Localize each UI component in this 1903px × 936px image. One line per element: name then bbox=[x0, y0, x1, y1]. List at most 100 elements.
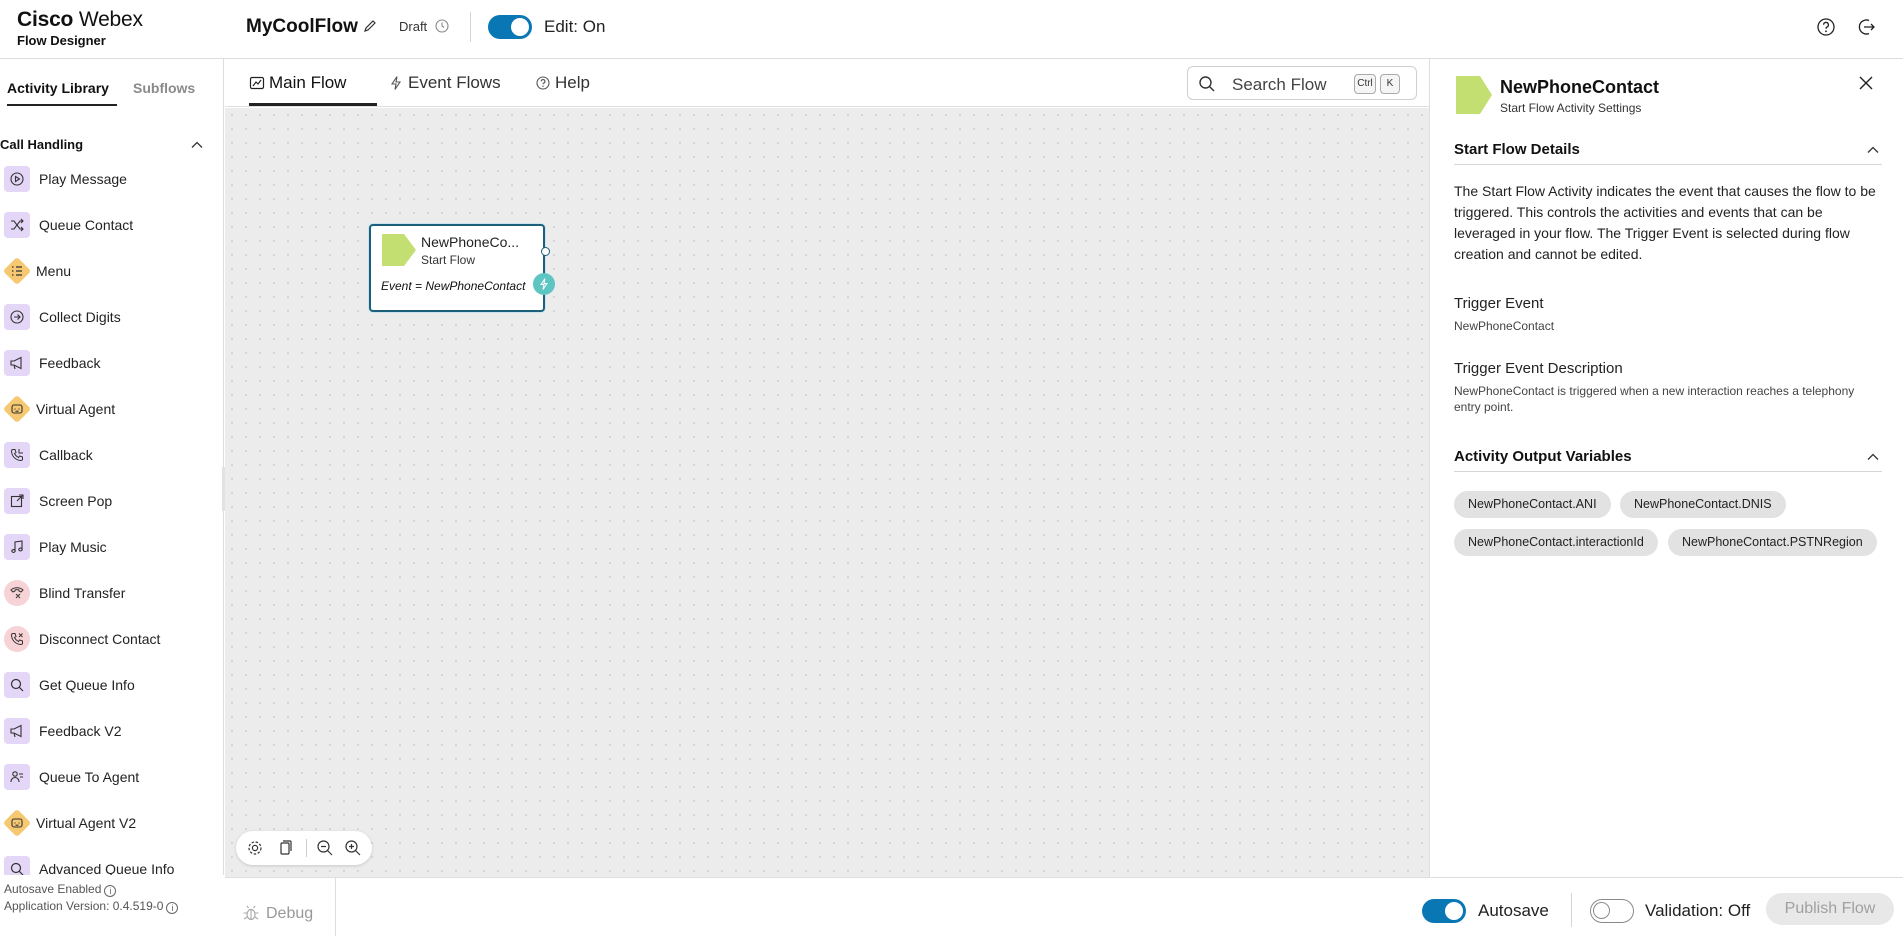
toolbar-divider bbox=[306, 839, 307, 857]
settings-icon[interactable] bbox=[246, 839, 264, 857]
trigger-desc-value: NewPhoneContact is triggered when a new … bbox=[1454, 384, 1855, 414]
copy-icon[interactable] bbox=[276, 839, 294, 857]
sidebar-item-label: Queue To Agent bbox=[39, 769, 140, 785]
sidebar-tabs: Activity Library Subflows bbox=[0, 59, 223, 109]
tab-subflows[interactable]: Subflows bbox=[133, 80, 195, 96]
tab-event-flows[interactable]: Event Flows bbox=[388, 73, 501, 93]
sidebar-item-label: Disconnect Contact bbox=[39, 631, 161, 647]
flow-tabs: Main Flow Event Flows Help Search Flow C… bbox=[225, 59, 1429, 107]
chevron-up-icon[interactable] bbox=[1866, 143, 1880, 157]
shortcut-ctrl: Ctrl bbox=[1354, 74, 1376, 94]
sidebar-item-collect-digits[interactable]: Collect Digits bbox=[0, 304, 223, 350]
sidebar-item-get-queue-info[interactable]: Get Queue Info bbox=[0, 672, 223, 718]
validation-toggle[interactable] bbox=[1590, 899, 1634, 923]
info-icon[interactable]: i bbox=[166, 902, 179, 914]
start-flow-node[interactable]: NewPhoneCo... Start Flow Event = NewPhon… bbox=[369, 224, 555, 312]
event-port[interactable] bbox=[533, 273, 555, 295]
agent-icon bbox=[4, 764, 30, 790]
history-icon[interactable] bbox=[434, 18, 450, 34]
publish-flow-button[interactable]: Publish Flow bbox=[1766, 893, 1894, 925]
sidebar-item-play-message[interactable]: Play Message bbox=[0, 166, 223, 212]
trigger-desc-label: Trigger Event Description bbox=[1454, 360, 1623, 377]
sidebar-item-label: Virtual Agent V2 bbox=[36, 815, 137, 831]
sidebar-item-feedback-v2[interactable]: Feedback V2 bbox=[0, 718, 223, 764]
music-note-icon bbox=[4, 534, 30, 560]
sidebar-item-label: Collect Digits bbox=[39, 309, 121, 325]
info-icon[interactable]: i bbox=[104, 885, 117, 897]
sidebar-item-screen-pop[interactable]: Screen Pop bbox=[0, 488, 223, 534]
edit-toggle[interactable] bbox=[488, 15, 532, 39]
sidebar-item-virtual-agent-v2[interactable]: Virtual Agent V2 bbox=[0, 810, 223, 856]
sidebar-item-blind-transfer[interactable]: Blind Transfer bbox=[0, 580, 223, 626]
sidebar-item-feedback[interactable]: Feedback bbox=[0, 350, 223, 396]
section-title: Activity Output Variables bbox=[1454, 448, 1632, 465]
validation-label: Validation: Off bbox=[1645, 901, 1751, 920]
sidebar-item-virtual-agent[interactable]: Virtual Agent bbox=[0, 396, 223, 442]
sidebar-item-disconnect-contact[interactable]: Disconnect Contact bbox=[0, 626, 223, 672]
sidebar-item-play-music[interactable]: Play Music bbox=[0, 534, 223, 580]
node-subtitle: Start Flow bbox=[421, 253, 476, 267]
lightning-icon bbox=[540, 278, 548, 290]
active-tab-indicator bbox=[249, 103, 377, 106]
chevron-up-icon[interactable] bbox=[190, 138, 204, 152]
play-icon bbox=[4, 166, 30, 192]
zoom-in-icon[interactable] bbox=[344, 839, 362, 857]
variable-chip[interactable]: NewPhoneContact.PSTNRegion bbox=[1668, 529, 1877, 556]
tab-event-flows-label: Event Flows bbox=[408, 73, 501, 92]
status-badge: Draft bbox=[399, 19, 428, 34]
tab-main-flow[interactable]: Main Flow bbox=[249, 73, 346, 93]
sidebar-item-label: Feedback bbox=[39, 355, 101, 371]
start-flow-shape-icon bbox=[382, 234, 416, 266]
trigger-event-label: Trigger Event bbox=[1454, 295, 1544, 312]
edit-toggle-label: Edit: On bbox=[544, 17, 606, 36]
search-flow-input[interactable]: Search Flow Ctrl K bbox=[1187, 66, 1417, 100]
chevron-up-icon[interactable] bbox=[1866, 450, 1880, 464]
sidebar-item-menu[interactable]: Menu bbox=[0, 258, 223, 304]
node-output-port[interactable] bbox=[541, 247, 550, 256]
activity-settings-panel: NewPhoneContact Start Flow Activity Sett… bbox=[1429, 59, 1903, 877]
transfer-icon bbox=[4, 580, 30, 606]
section-start-flow-details[interactable]: Start Flow Details bbox=[1454, 135, 1882, 165]
variable-chip[interactable]: NewPhoneContact.DNIS bbox=[1620, 491, 1786, 518]
external-link-icon bbox=[4, 488, 30, 514]
section-output-variables[interactable]: Activity Output Variables bbox=[1454, 442, 1882, 472]
variable-chip[interactable]: NewPhoneContact.ANI bbox=[1454, 491, 1611, 518]
sidebar-item-queue-to-agent[interactable]: Queue To Agent bbox=[0, 764, 223, 810]
edit-name-icon[interactable] bbox=[362, 18, 378, 34]
brand-cisco: Cisco bbox=[17, 8, 74, 31]
start-flow-description: The Start Flow Activity indicates the ev… bbox=[1454, 183, 1876, 262]
brand-webex: Webex bbox=[78, 8, 143, 31]
sidebar-item-advanced-queue-info[interactable]: Advanced Queue Info bbox=[0, 856, 223, 875]
flow-canvas[interactable]: NewPhoneCo... Start Flow Event = NewPhon… bbox=[225, 108, 1429, 877]
zoom-out-icon[interactable] bbox=[316, 839, 334, 857]
sidebar-item-label: Screen Pop bbox=[39, 493, 113, 509]
variable-chip[interactable]: NewPhoneContact.interactionId bbox=[1454, 529, 1658, 556]
tab-activity-library[interactable]: Activity Library bbox=[7, 80, 109, 96]
header-divider bbox=[470, 12, 471, 42]
tab-help[interactable]: Help bbox=[535, 73, 590, 93]
debug-button[interactable]: Debug bbox=[225, 878, 336, 936]
flow-name: MyCoolFlow bbox=[246, 16, 358, 37]
brand-subtitle: Flow Designer bbox=[17, 33, 106, 48]
sidebar-item-label: Menu bbox=[36, 263, 72, 279]
start-flow-shape-icon bbox=[1456, 76, 1492, 114]
section-call-handling[interactable]: Call Handling bbox=[0, 133, 223, 155]
sidebar-item-callback[interactable]: Callback bbox=[0, 442, 223, 488]
search-icon bbox=[4, 856, 30, 875]
panel-subtitle: Start Flow Activity Settings bbox=[1500, 101, 1642, 115]
sidebar-item-label: Feedback V2 bbox=[39, 723, 122, 739]
brand-logo: Cisco Webex Flow Designer bbox=[17, 8, 143, 48]
arrow-circle-icon bbox=[4, 304, 30, 330]
sign-out-icon[interactable] bbox=[1856, 16, 1878, 38]
lightning-icon bbox=[390, 76, 402, 90]
node-title: NewPhoneCo... bbox=[421, 234, 520, 250]
sidebar-item-label: Blind Transfer bbox=[39, 585, 126, 601]
active-tab-indicator bbox=[7, 104, 117, 106]
close-icon[interactable] bbox=[1857, 74, 1875, 92]
help-icon[interactable] bbox=[1815, 16, 1837, 38]
autosave-toggle[interactable] bbox=[1422, 899, 1466, 923]
sidebar-item-queue-contact[interactable]: Queue Contact bbox=[0, 212, 223, 258]
sidebar-item-label: Callback bbox=[39, 447, 93, 463]
search-placeholder: Search Flow bbox=[1232, 75, 1327, 94]
bot-icon bbox=[4, 810, 30, 836]
